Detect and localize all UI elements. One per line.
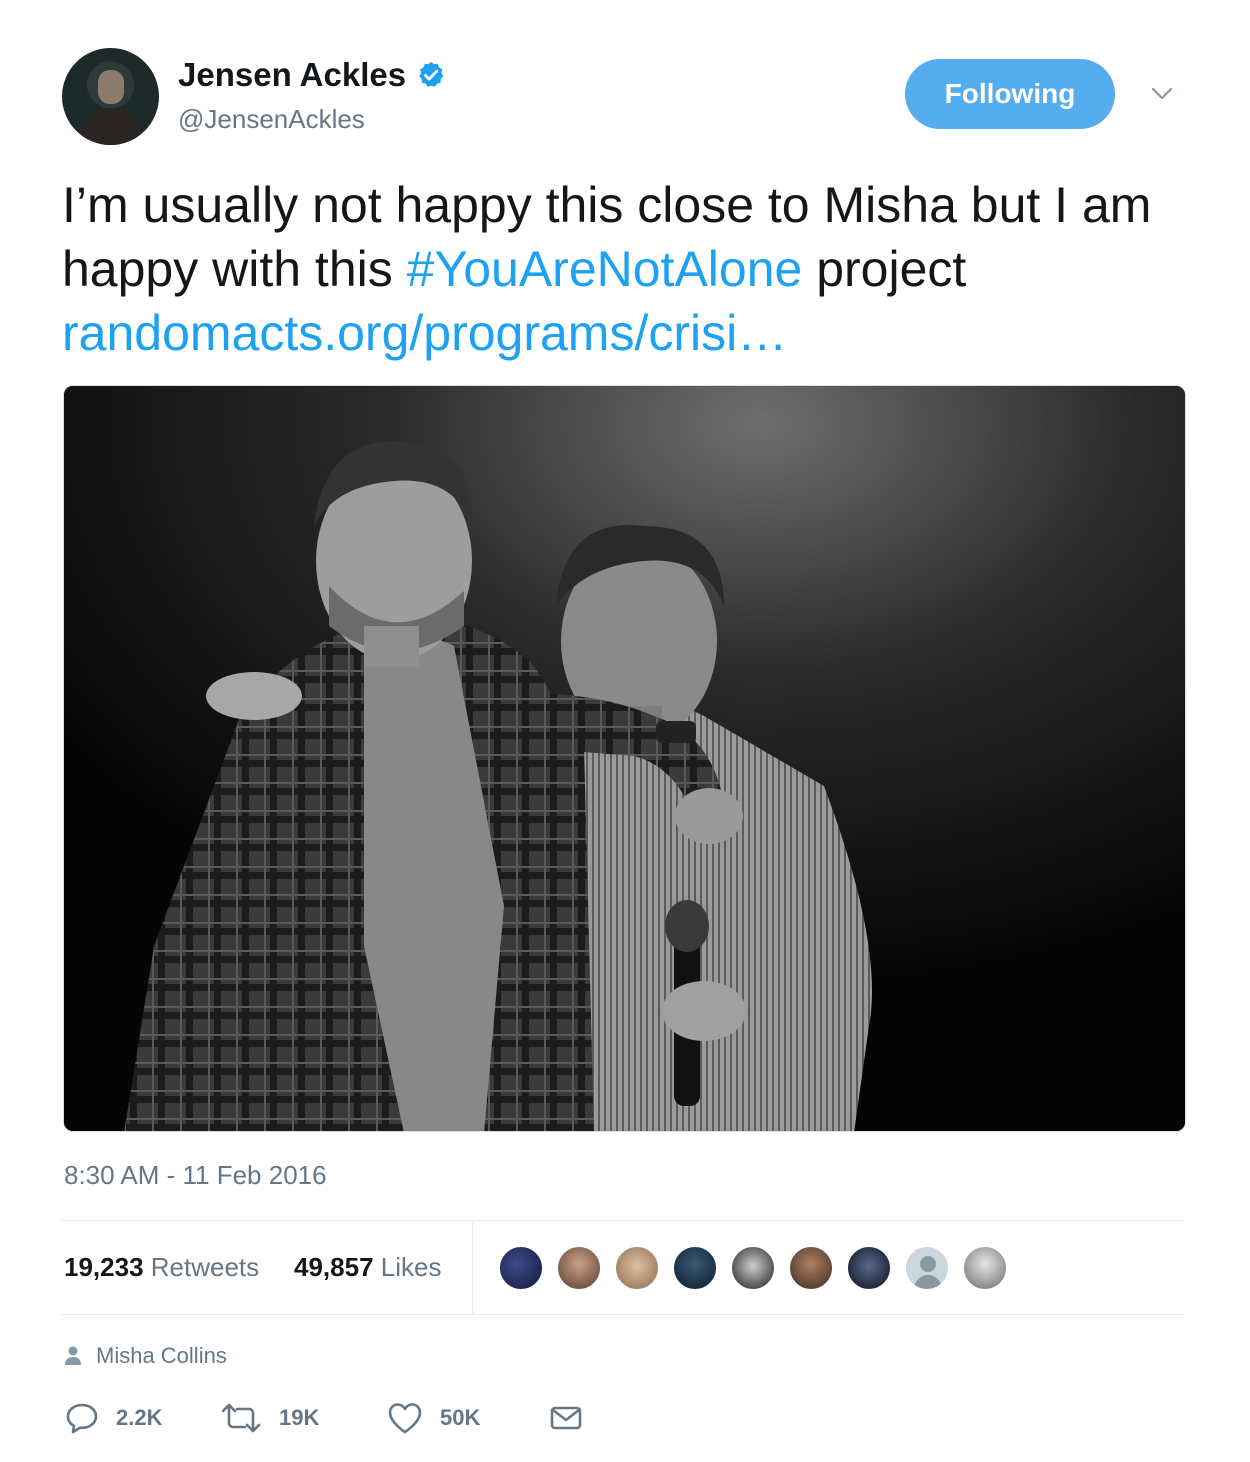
- verified-badge-icon: [419, 61, 444, 87]
- retweet-count: 19K: [279, 1405, 320, 1430]
- liker-avatar[interactable]: [614, 1245, 660, 1291]
- reply-count: 2.2K: [116, 1405, 163, 1430]
- author-handle[interactable]: @JensenAckles: [178, 104, 365, 135]
- tweet-stats: 19,233 Retweets 49,857 Likes: [62, 1222, 1184, 1314]
- author-avatar[interactable]: [62, 48, 159, 145]
- heart-icon: [388, 1403, 422, 1434]
- retweets-label: Retweets: [150, 1252, 260, 1282]
- liker-avatar[interactable]: [788, 1245, 834, 1291]
- liker-avatar[interactable]: [498, 1245, 544, 1291]
- divider-top: [62, 1220, 1184, 1221]
- liker-avatar[interactable]: [672, 1245, 718, 1291]
- like-count: 50K: [440, 1405, 481, 1430]
- direct-message-action[interactable]: [548, 1400, 600, 1436]
- tweet-actions: 2.2K 19K 50K: [64, 1400, 664, 1440]
- liker-avatar[interactable]: [556, 1245, 602, 1291]
- retweets-count: 19,233: [64, 1252, 144, 1282]
- default-avatar-body: [914, 1275, 942, 1289]
- envelope-icon: [550, 1406, 582, 1430]
- photo-illustration: [64, 386, 1185, 1131]
- chevron-down-icon[interactable]: [1147, 78, 1177, 108]
- person-icon: [65, 1346, 81, 1365]
- retweet-action[interactable]: 19K: [219, 1400, 319, 1436]
- avatar-face: [98, 70, 124, 104]
- tweet-header: Jensen Ackles @JensenAckles Following: [62, 48, 1184, 148]
- retweets-stat[interactable]: 19,233 Retweets: [64, 1252, 259, 1283]
- divider-bottom: [62, 1314, 1184, 1315]
- likes-label: Likes: [380, 1252, 442, 1282]
- context-name: Misha Collins: [96, 1343, 227, 1368]
- liker-avatar[interactable]: [730, 1245, 776, 1291]
- liker-avatar[interactable]: [962, 1245, 1008, 1291]
- reply-context[interactable]: Misha Collins: [64, 1343, 227, 1369]
- author-name-row: Jensen Ackles: [178, 56, 446, 94]
- liker-avatar-default[interactable]: [904, 1245, 950, 1291]
- tweet-timestamp[interactable]: 8:30 AM - 11 Feb 2016: [64, 1160, 327, 1191]
- author-name[interactable]: Jensen Ackles: [178, 56, 406, 94]
- likes-stat[interactable]: 49,857 Likes: [294, 1252, 441, 1283]
- tweet-text-part2: project: [802, 241, 967, 297]
- stats-separator: [472, 1222, 473, 1314]
- likes-count: 49,857: [294, 1252, 374, 1282]
- tweet-text: I’m usually not happy this close to Mish…: [62, 173, 1184, 365]
- retweet-icon: [221, 1403, 261, 1433]
- default-avatar-icon: [920, 1256, 936, 1272]
- url-link[interactable]: randomacts.org/programs/crisi…: [62, 305, 787, 361]
- hashtag-link[interactable]: #YouAreNotAlone: [407, 241, 803, 297]
- like-action[interactable]: 50K: [386, 1400, 480, 1436]
- avatar-shoulders: [80, 108, 142, 145]
- liker-avatars: [498, 1245, 1020, 1291]
- liker-avatar[interactable]: [846, 1245, 892, 1291]
- following-button[interactable]: Following: [905, 59, 1115, 129]
- tweet-photo[interactable]: [63, 385, 1186, 1132]
- reply-icon: [66, 1403, 98, 1434]
- reply-action[interactable]: 2.2K: [64, 1400, 162, 1436]
